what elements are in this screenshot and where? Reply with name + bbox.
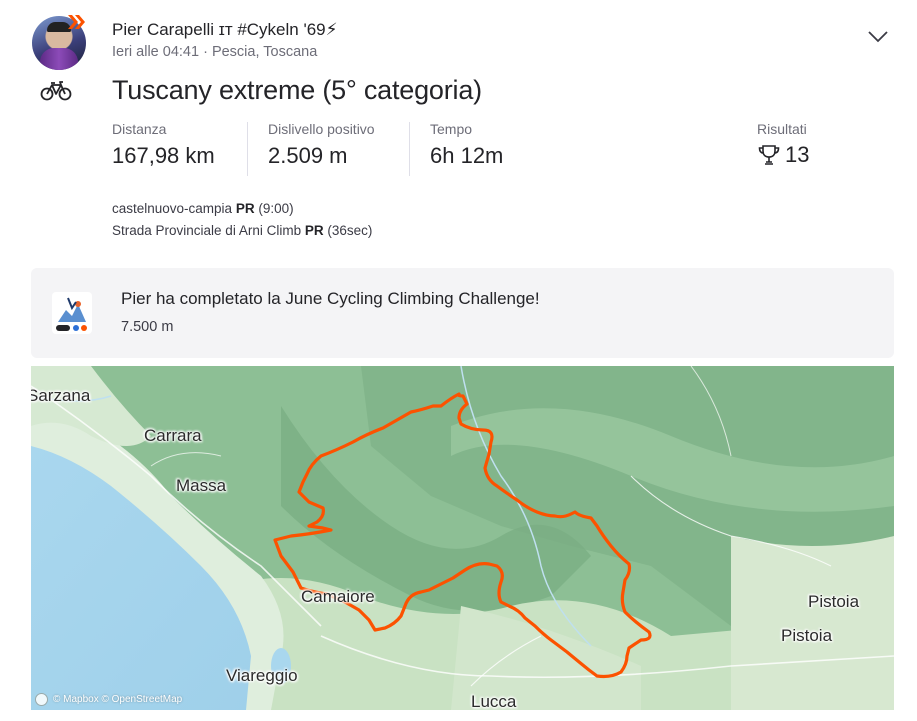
athlete-name[interactable]: Pier Carapelli ɪᴛ #Cykeln '69⚡ — [112, 20, 338, 40]
pr-badge: PR — [304, 223, 324, 238]
activity-meta: Ieri alle 04:41 · Pescia, Toscana — [112, 44, 318, 60]
segment-time: (9:00) — [258, 201, 294, 216]
segment-row[interactable]: castelnuovo-campia PR (9:00) — [112, 198, 372, 220]
stat-value: 2.509 m — [268, 143, 348, 168]
stat-value: 167,98 km — [112, 143, 215, 168]
map-label-pistoia: Pistoia — [808, 592, 860, 611]
avatar-jersey — [40, 48, 78, 70]
map-label-carrara: Carrara — [144, 426, 202, 445]
map-label-sarzana: Sarzana — [31, 386, 91, 405]
stat-distance: Distanza 167,98 km — [112, 121, 215, 169]
results-value-row: 13 — [757, 142, 809, 168]
results-stat[interactable]: Risultati 13 — [757, 121, 809, 168]
activity-title[interactable]: Tuscany extreme (5° categoria) — [112, 75, 482, 106]
stat-label: Dislivello positivo — [268, 121, 375, 137]
segment-name: Strada Provinciale di Arni Climb — [112, 223, 302, 238]
mapbox-logo-icon — [35, 693, 48, 706]
subscriber-badge-icon — [68, 15, 85, 29]
route-map[interactable]: Sarzana Carrara Massa Camaiore Viareggio… — [31, 366, 894, 710]
segment-name: castelnuovo-campia — [112, 201, 233, 216]
results-count: 13 — [785, 142, 810, 167]
pr-badge: PR — [235, 201, 255, 216]
results-label: Risultati — [757, 121, 807, 137]
map-label-camaiore: Camaiore — [301, 587, 375, 606]
challenge-title: Pier ha completato la June Cycling Climb… — [121, 289, 540, 308]
segment-time: (36sec) — [327, 223, 373, 238]
stat-label: Tempo — [430, 121, 473, 137]
challenge-value: 7.500 m — [121, 319, 174, 335]
attribution-text: © Mapbox © OpenStreetMap — [53, 694, 183, 705]
stat-divider — [247, 122, 248, 176]
trophy-icon — [758, 145, 780, 165]
map-label-pistoia-2: Pistoia — [781, 626, 833, 645]
segment-achievements: castelnuovo-campia PR (9:00) Strada Prov… — [112, 198, 372, 242]
challenge-badge-icon — [52, 292, 92, 334]
bike-icon — [40, 81, 72, 101]
map-label-lucca: Lucca — [471, 692, 517, 710]
stat-value: 6h 12m — [430, 143, 504, 168]
chevron-down-icon[interactable] — [866, 26, 890, 46]
map-label-viareggio: Viareggio — [226, 666, 298, 685]
challenge-card[interactable]: Pier ha completato la June Cycling Climb… — [31, 268, 894, 358]
map-label-massa: Massa — [176, 476, 227, 495]
stat-label: Distanza — [112, 121, 167, 137]
stat-time: Tempo 6h 12m — [430, 121, 503, 169]
map-attribution[interactable]: © Mapbox © OpenStreetMap — [35, 693, 182, 706]
map-terrain — [31, 366, 894, 710]
segment-row[interactable]: Strada Provinciale di Arni Climb PR (36s… — [112, 220, 372, 242]
stat-elevation: Dislivello positivo 2.509 m — [268, 121, 375, 169]
stat-divider — [409, 122, 410, 176]
